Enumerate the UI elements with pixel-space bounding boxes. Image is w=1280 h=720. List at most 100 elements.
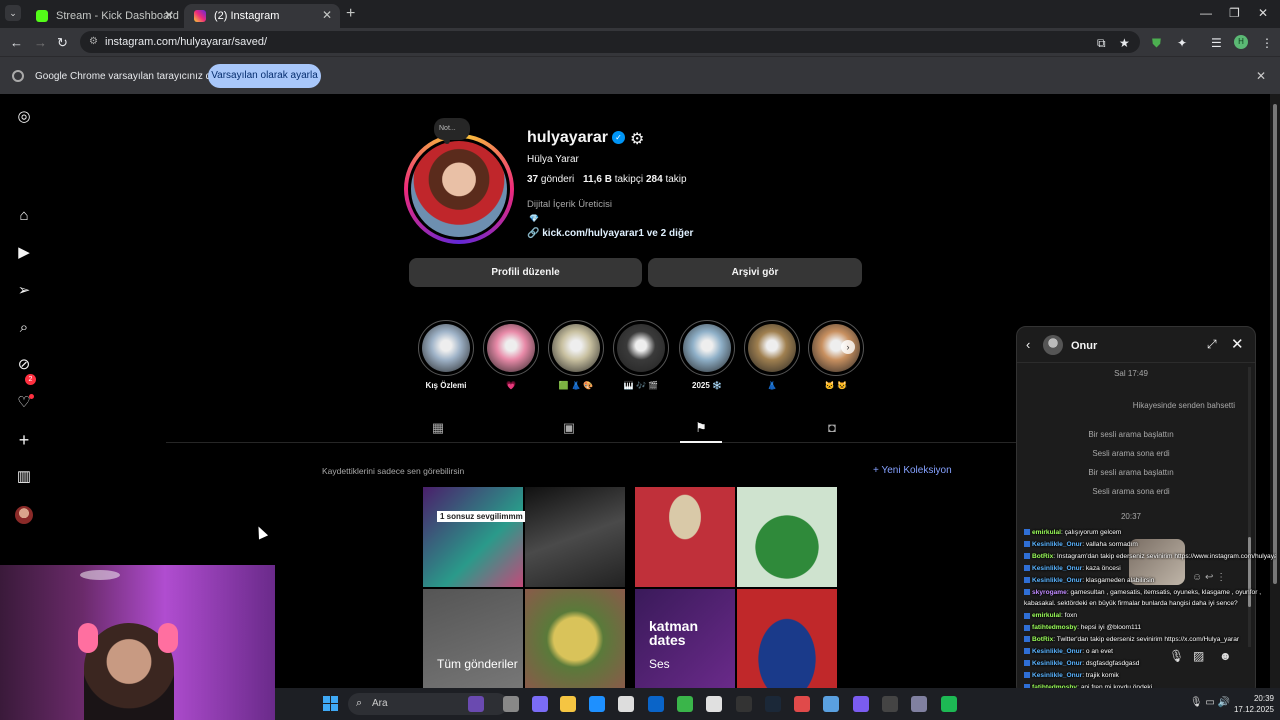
xbox-icon[interactable] [677,696,693,712]
profile-avatar[interactable] [15,506,33,524]
chat-username: BotRix [1032,552,1054,560]
tabs-divider [166,442,1030,443]
collection-ses[interactable]: katman dates Ses [635,487,837,689]
infobar-close-icon[interactable]: ✕ [1256,69,1266,83]
chat-username: Kesinlikle_Onur [1032,659,1083,667]
highlight-label: 🎹 🎶 🎬 [623,381,659,390]
home-icon[interactable]: ⌂ [15,207,33,225]
tab-tagged-icon[interactable]: ◘ [824,420,840,436]
epic-games-icon[interactable] [736,696,752,712]
windows-start-icon[interactable] [323,696,339,712]
edit-profile-button[interactable]: Profili düzenle [409,258,642,287]
tab-saved-bookmark-icon[interactable]: ⚑ [693,420,709,436]
taskbar-clock[interactable]: 20:39 17.12.2025 [1234,693,1274,715]
shield-extension-icon[interactable]: ⛊ [1152,36,1161,51]
game-banner-icon[interactable] [468,696,484,712]
profile-avatar-button[interactable]: H [1234,35,1248,49]
highlight-cover [617,324,665,372]
chrome-icon[interactable] [706,696,722,712]
profile-full-name: Hülya Yarar [527,154,579,165]
settings-gear-icon[interactable]: ⚙ [630,129,644,149]
network-icon[interactable]: ▭ [1205,697,1214,708]
highlight-item[interactable] [744,320,800,376]
stream-chat-message: emirkulal: çalışıyorum gelcem [1024,527,1276,539]
highlights-next-icon[interactable]: › [841,340,855,354]
followers-stat[interactable]: 11,6 B takipçi [583,174,643,185]
close-icon[interactable]: ✕ [164,8,174,22]
set-default-button[interactable]: Varsayılan olarak ayarla [208,64,321,88]
restore-icon[interactable]: ❐ [1229,6,1240,20]
more-menu-icon[interactable]: ⋮ [1261,36,1273,50]
profile-note-bubble[interactable]: Not... [434,118,470,144]
minimize-icon[interactable]: — [1200,6,1212,20]
note-text: Not... [439,125,456,132]
highlight-item[interactable] [548,320,604,376]
app-icon[interactable] [853,696,869,712]
obs-icon[interactable] [882,696,898,712]
new-tab-button[interactable]: + [346,5,355,23]
highlight-item[interactable] [808,320,864,376]
scrollbar-thumb[interactable] [1273,104,1277,584]
window-close-icon[interactable]: ✕ [1258,6,1268,20]
chat-timestamp: Sal 17:49 [1114,369,1148,378]
posts-label: gönderi [540,174,575,185]
stream-chat-message: BotRix: Instagram'dan takip ederseniz se… [1024,551,1276,563]
tab-search-button[interactable]: ⌄ [5,5,21,21]
profile-link[interactable]: 🔗 kick.com/hulyayarar1 ve 2 diğer [527,228,693,239]
close-icon[interactable]: ✕ [322,8,332,22]
dashboard-icon[interactable]: ▥ [15,468,33,486]
system-tray: 🎙 ▭ 🔊 [1190,697,1230,708]
address-bar[interactable]: ⚙ instagram.com/hulyayarar/saved/ [80,31,1140,53]
create-plus-icon[interactable]: + [15,431,33,449]
reels-icon[interactable]: ▶ [15,244,33,262]
highlight-cover [552,324,600,372]
chat-contact-name[interactable]: Onur [1071,340,1097,352]
microphone-icon[interactable]: 🎙 [1190,697,1203,708]
copilot-icon[interactable] [532,696,548,712]
back-icon[interactable]: ← [10,35,23,50]
edge-icon[interactable] [589,696,605,712]
new-collection-button[interactable]: + Yeni Koleksiyon [873,465,952,476]
taskbar-search-box[interactable]: ⌕ Ara [348,693,508,715]
outlook-icon[interactable] [648,696,664,712]
collection-all-posts[interactable]: 1 sonsuz sevgilimmm Tüm gönderiler [423,487,625,689]
highlight-item[interactable] [418,320,474,376]
tab-groups-icon[interactable]: ☰ [1211,36,1222,50]
chat-badge-icon [1024,624,1030,631]
extensions-icon[interactable]: ✦ [1177,36,1187,50]
chat-text: : hepsi iyi @bloom111 [1077,624,1142,632]
following-stat[interactable]: 284 takip [646,174,687,185]
site-info-icon[interactable]: ⚙ [89,36,98,47]
view-archive-button[interactable]: Arşivi gör [648,258,862,287]
instagram-logo-icon[interactable]: ◎ [15,108,33,126]
tab-kick-dashboard[interactable]: Stream - Kick Dashboard ✕ [26,4,182,28]
avatar[interactable] [1043,335,1063,355]
app-icon[interactable] [794,696,810,712]
app-icon[interactable] [823,696,839,712]
profile-picture[interactable] [404,134,514,244]
app-icon[interactable] [911,696,927,712]
install-app-icon[interactable]: ⧉ [1097,36,1106,51]
highlight-item[interactable] [483,320,539,376]
store-icon[interactable] [618,696,634,712]
forward-icon[interactable]: → [34,35,47,50]
explore-icon[interactable]: ⊘ [15,356,33,374]
volume-icon[interactable]: 🔊 [1218,697,1230,708]
close-icon[interactable]: ✕ [1231,335,1244,353]
bookmark-star-icon[interactable]: ★ [1119,36,1130,50]
messages-icon[interactable]: ➢ [15,282,33,300]
chevron-left-icon[interactable]: ‹ [1026,337,1030,352]
highlight-item[interactable] [613,320,669,376]
tab-instagram[interactable]: (2) Instagram ✕ [184,4,340,28]
expand-icon[interactable]: ⤢ [1207,337,1217,352]
tab-reels-icon[interactable]: ▣ [561,420,577,436]
task-view-icon[interactable] [503,696,519,712]
spotify-icon[interactable] [941,696,957,712]
steam-icon[interactable] [765,696,781,712]
reload-icon[interactable]: ↻ [57,35,68,51]
search-icon[interactable]: ⌕ [15,319,33,337]
tab-title: (2) Instagram [214,10,280,22]
highlight-item[interactable] [679,320,735,376]
file-explorer-icon[interactable] [560,696,576,712]
tab-posts-grid-icon[interactable]: ▦ [430,420,446,436]
